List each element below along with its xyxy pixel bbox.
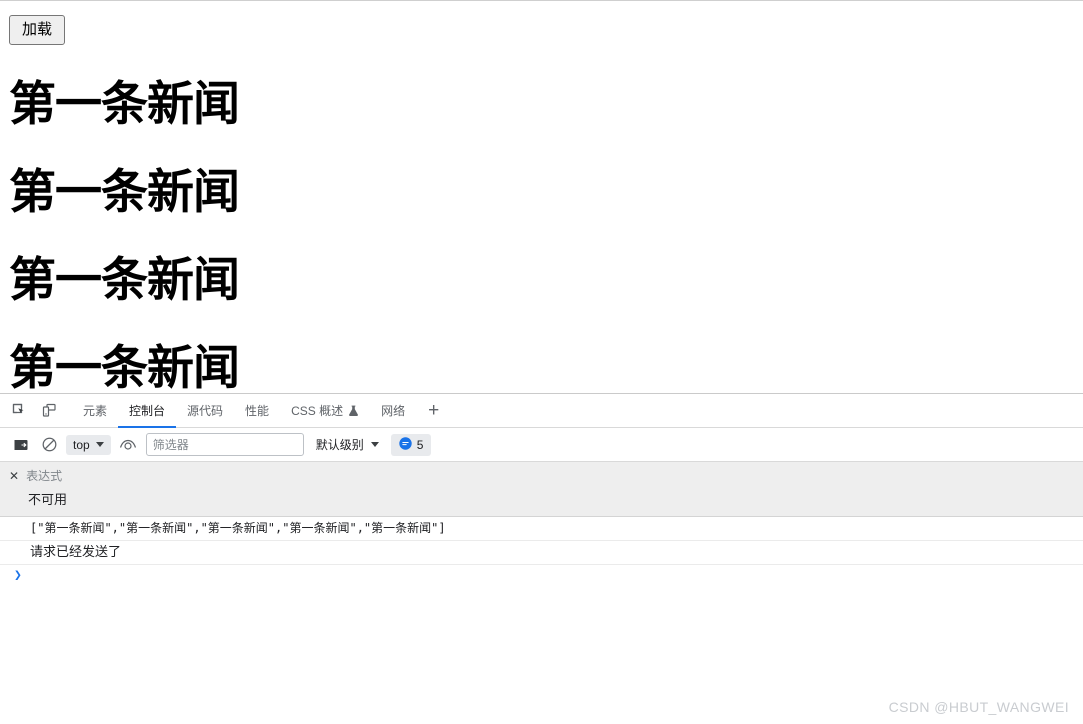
devtools-panel: 元素 控制台 源代码 性能 CSS 概述 网络 + top 筛选器 默认级别 5… xyxy=(0,393,1083,724)
console-toolbar: top 默认级别 5 xyxy=(0,428,1083,462)
devtools-tabbar: 元素 控制台 源代码 性能 CSS 概述 网络 + xyxy=(0,394,1083,428)
tab-console[interactable]: 控制台 xyxy=(118,394,177,428)
live-expression-name[interactable]: 表达式 xyxy=(26,467,62,484)
tab-label: 元素 xyxy=(83,404,108,418)
clear-console-icon[interactable] xyxy=(35,432,63,458)
log-level-selector[interactable]: 默认级别 xyxy=(316,436,379,453)
tab-network[interactable]: 网络 xyxy=(370,394,416,427)
add-tab-button[interactable]: + xyxy=(416,394,451,427)
console-filter-input[interactable] xyxy=(145,433,304,456)
prompt-chevron-icon: ❯ xyxy=(14,568,22,583)
log-level-value: 默认级别 xyxy=(315,438,364,452)
eye-icon[interactable] xyxy=(114,432,142,458)
console-prompt[interactable]: ❯ xyxy=(0,565,1083,587)
load-button[interactable]: 加载 xyxy=(9,15,66,45)
news-list: 第一条新闻 第一条新闻 第一条新闻 第一条新闻 xyxy=(0,81,1083,392)
live-expression: ✕ 表达式 不可用 xyxy=(0,462,1083,517)
chevron-down-icon xyxy=(95,442,104,447)
tab-performance[interactable]: 性能 xyxy=(234,394,280,427)
tabbar-separator xyxy=(64,394,72,427)
inspect-cursor-icon[interactable] xyxy=(4,394,34,427)
page-viewport: 加载 第一条新闻 第一条新闻 第一条新闻 第一条新闻 xyxy=(0,1,1083,393)
live-expression-header: ✕ 表达式 xyxy=(0,467,1083,484)
tab-label: 控制台 xyxy=(129,404,166,418)
message-count-badge[interactable]: 5 xyxy=(390,433,432,456)
close-icon[interactable]: ✕ xyxy=(9,470,19,482)
watermark: CSDN @HBUT_WANGWEI xyxy=(888,699,1069,715)
live-expression-value: 不可用 xyxy=(28,492,68,507)
tab-sources[interactable]: 源代码 xyxy=(176,394,234,427)
message-count: 5 xyxy=(416,437,424,452)
console-message-log[interactable]: 请求已经发送了 xyxy=(0,541,1083,565)
console-sidebar-icon[interactable] xyxy=(7,432,35,458)
news-heading: 第一条新闻 xyxy=(9,165,240,220)
flask-icon xyxy=(348,405,359,417)
device-toolbar-icon[interactable] xyxy=(34,394,64,427)
tab-label: CSS 概述 xyxy=(291,404,344,418)
tab-label: 性能 xyxy=(245,404,270,418)
news-heading: 第一条新闻 xyxy=(9,77,240,132)
tab-label: 源代码 xyxy=(187,404,224,418)
execution-context-value: top xyxy=(73,437,90,452)
chevron-down-icon xyxy=(370,442,379,447)
execution-context-selector[interactable]: top xyxy=(66,434,111,455)
tab-label: 网络 xyxy=(381,404,406,418)
tab-elements[interactable]: 元素 xyxy=(72,394,118,427)
message-bubble-icon xyxy=(399,436,412,453)
console-body: ✕ 表达式 不可用 ["第一条新闻","第一条新闻","第一条新闻","第一条新… xyxy=(0,462,1083,724)
console-message-array[interactable]: ["第一条新闻","第一条新闻","第一条新闻","第一条新闻","第一条新闻"… xyxy=(0,517,1083,541)
news-heading: 第一条新闻 xyxy=(9,341,240,393)
tab-css-overview[interactable]: CSS 概述 xyxy=(280,394,370,427)
news-heading: 第一条新闻 xyxy=(9,253,240,308)
